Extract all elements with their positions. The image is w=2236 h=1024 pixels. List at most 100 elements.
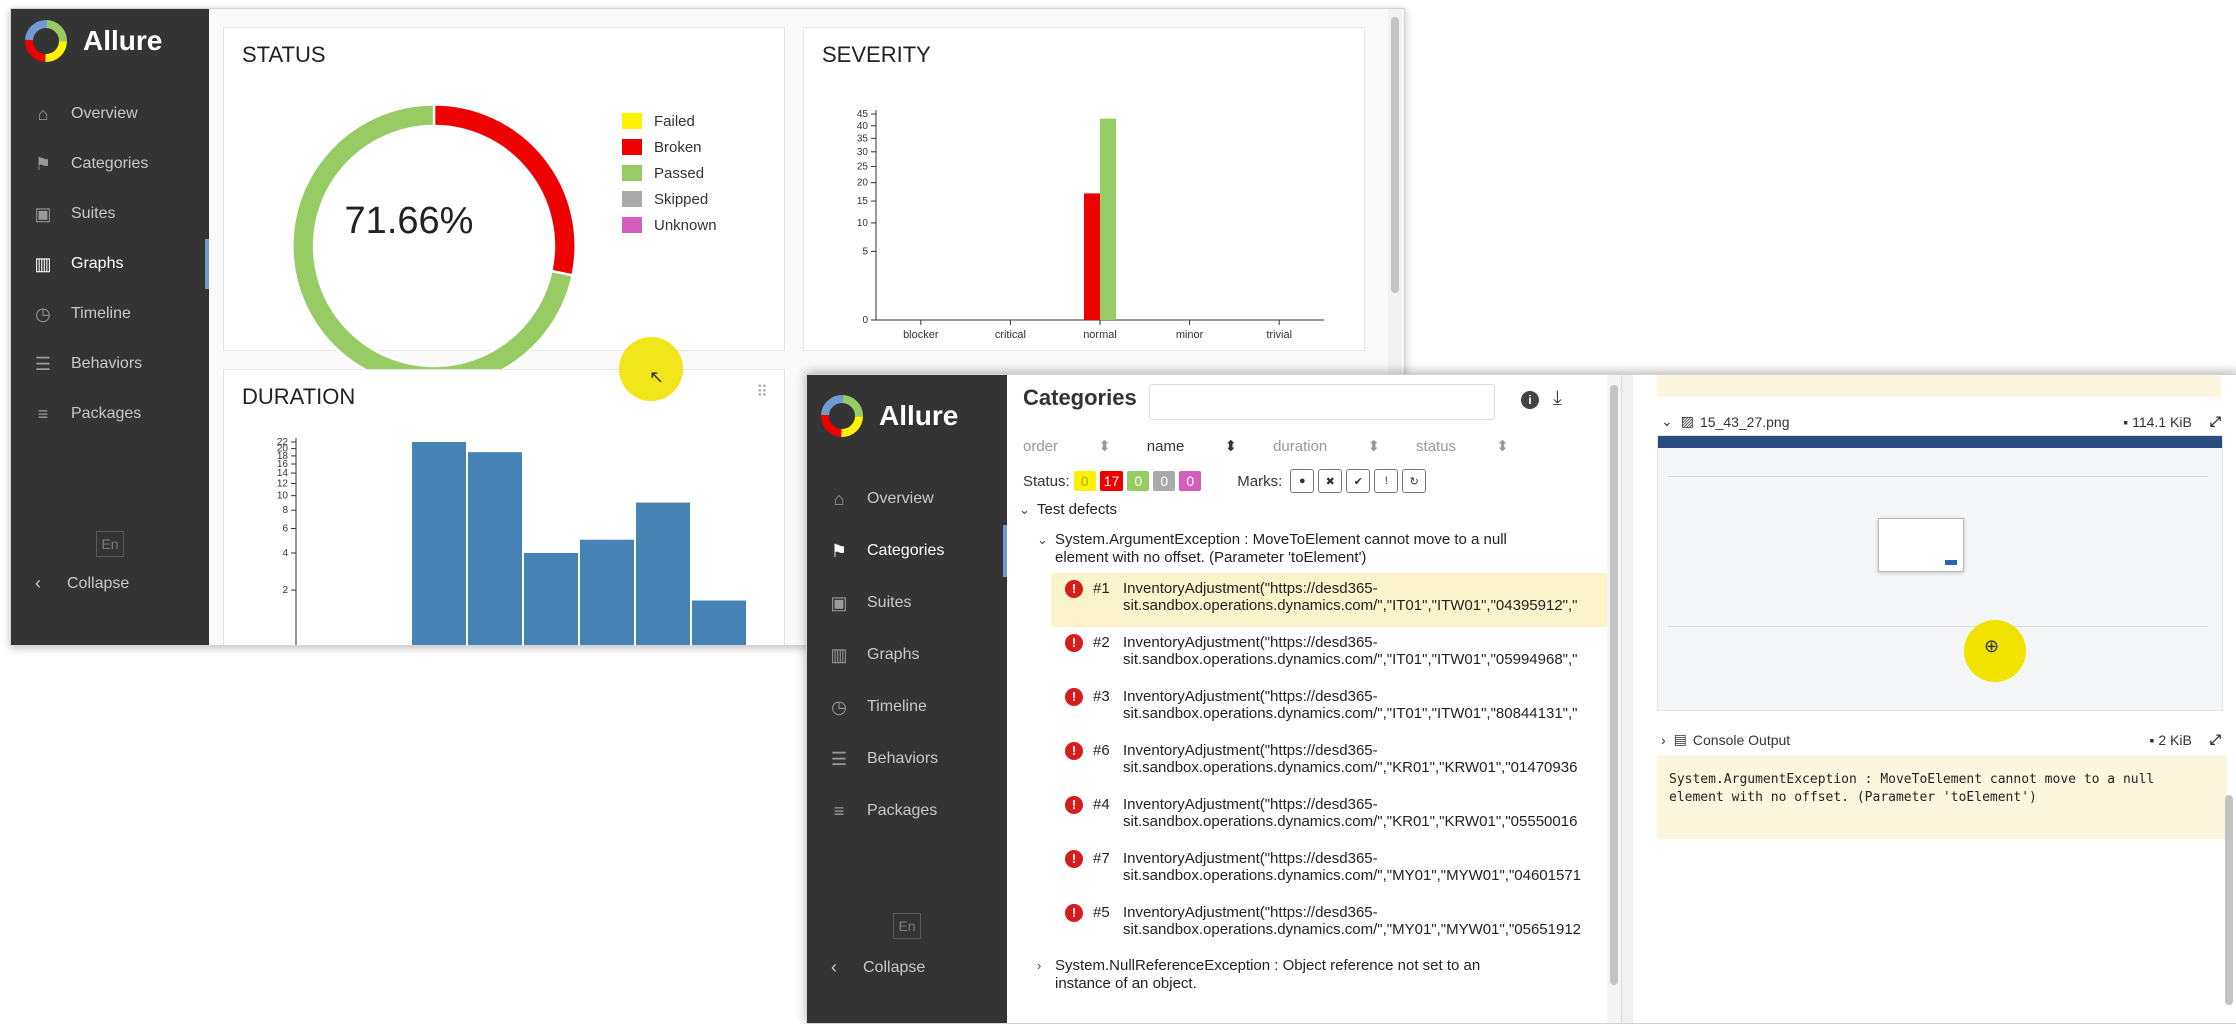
image-file-icon: ▨: [1680, 413, 1694, 429]
legend-item-broken[interactable]: Broken: [622, 134, 717, 160]
status-broken-badge[interactable]: 17: [1099, 471, 1124, 491]
sort-name[interactable]: name ⬍: [1147, 437, 1237, 455]
duration-bar[interactable]: [524, 552, 578, 646]
legend-item-failed[interactable]: Failed: [622, 108, 717, 134]
zoom-in-icon[interactable]: ⊕: [1984, 636, 1999, 657]
download-icon[interactable]: ⤓: [1553, 387, 1562, 410]
nav-item-suites[interactable]: ▣ Suites: [11, 189, 209, 239]
subgroup-line-2: instance of an object.: [1055, 975, 1197, 992]
x-tick-label: trivial: [1266, 329, 1292, 341]
nav-item-packages[interactable]: ≡ Packages: [11, 389, 209, 439]
test-row[interactable]: ! #6 InventoryAdjustment("https://desd36…: [1051, 735, 1607, 789]
nav-item-categories[interactable]: ⚑ Categories: [11, 139, 209, 189]
mouse-pointer-icon: ↖: [649, 367, 665, 387]
duration-bar[interactable]: [692, 600, 746, 646]
expand-icon[interactable]: ⤢: [2210, 413, 2221, 430]
status-passed-badge[interactable]: 0: [1127, 471, 1150, 491]
tree-subgroup-argument-exception[interactable]: ⌄ System.ArgumentException : MoveToEleme…: [1007, 531, 1607, 573]
screenshot-preview[interactable]: ⊕: [1657, 435, 2223, 711]
nav-label: Timeline: [71, 305, 131, 322]
nav-item-behaviors[interactable]: ☰ Behaviors: [807, 733, 1007, 785]
severity-bar-passed[interactable]: [1100, 118, 1116, 320]
collapse-button[interactable]: ‹ Collapse: [807, 957, 925, 978]
tree-subgroup-null-reference[interactable]: › System.NullReferenceException : Object…: [1007, 957, 1607, 993]
nav-item-suites[interactable]: ▣ Suites: [807, 577, 1007, 629]
nav-item-graphs[interactable]: ▥ Graphs: [11, 239, 209, 289]
test-row[interactable]: ! #3 InventoryAdjustment("https://desd36…: [1051, 681, 1607, 735]
nav-item-overview[interactable]: ⌂ Overview: [807, 473, 1007, 525]
legend-item-skipped[interactable]: Skipped: [622, 186, 717, 212]
nav-label: Behaviors: [867, 750, 939, 767]
attachment-size-value: 114.1 KiB: [2132, 413, 2192, 430]
collapse-label: Collapse: [863, 958, 926, 976]
status-skipped-badge[interactable]: 0: [1153, 471, 1176, 491]
y-tick-label: 2: [282, 585, 288, 596]
test-number: #6: [1093, 742, 1110, 759]
sort-status-label: status: [1416, 438, 1457, 455]
test-row[interactable]: ! #2 InventoryAdjustment("https://desd36…: [1051, 627, 1607, 681]
test-number: #2: [1093, 634, 1110, 651]
legend-swatch: [622, 165, 642, 181]
info-icon[interactable]: i: [1521, 391, 1539, 409]
sort-order-label: order: [1023, 438, 1059, 455]
test-row[interactable]: ! #7 InventoryAdjustment("https://desd36…: [1051, 843, 1607, 897]
severity-bar-chart: 0 5 10 15 20 25 30 354045 blocker critical normal m…: [857, 109, 1324, 341]
severity-bar-broken[interactable]: [1084, 193, 1100, 320]
test-row[interactable]: ! #1 InventoryAdjustment("https://desd36…: [1051, 573, 1607, 627]
scrollbar-thumb[interactable]: [1610, 385, 1618, 985]
legend-swatch: [622, 191, 642, 207]
duration-bar[interactable]: [412, 442, 466, 646]
attachment-header-console[interactable]: › ▤ Console Output ▪ 2 KiB ⤢: [1661, 731, 2221, 748]
text-file-icon: ▤: [1673, 731, 1687, 747]
chevron-down-icon: ⌄: [1037, 532, 1048, 547]
attachment-size: ▪ 2 KiB: [2149, 732, 2191, 748]
logo[interactable]: Allure: [807, 375, 1007, 457]
duration-bar[interactable]: [636, 502, 690, 646]
filter-input[interactable]: [1149, 384, 1495, 420]
test-name-line-2: sit.sandbox.operations.dynamics.com/","K…: [1123, 813, 1578, 830]
sort-status[interactable]: status ⬍: [1416, 437, 1509, 455]
nav-item-timeline[interactable]: ◷ Timeline: [11, 289, 209, 339]
y-tick-label: 40: [857, 121, 869, 132]
nav-item-graphs[interactable]: ▥ Graphs: [807, 629, 1007, 681]
new-passed-mark-icon[interactable]: ✔: [1346, 469, 1371, 493]
status-failed-badge[interactable]: 0: [1073, 471, 1096, 491]
retries-mark-icon[interactable]: ↻: [1402, 469, 1427, 493]
test-row[interactable]: ! #4 InventoryAdjustment("https://desd36…: [1051, 789, 1607, 843]
nav-item-packages[interactable]: ≡ Packages: [807, 785, 1007, 837]
nav-item-behaviors[interactable]: ☰ Behaviors: [11, 339, 209, 389]
collapse-button[interactable]: ‹ Collapse: [11, 573, 129, 594]
subgroup-line-1: System.NullReferenceException : Object r…: [1055, 957, 1481, 974]
test-number: #1: [1093, 580, 1110, 597]
nav-menu: ⌂ Overview ⚑ Categories ▣ Suites ▥ Graphs ◷ T…: [807, 473, 1007, 837]
nav-label: Overview: [71, 105, 138, 122]
duration-bar[interactable]: [468, 452, 522, 646]
tree-group-test-defects[interactable]: ⌄ Test defects: [1007, 501, 1607, 531]
test-row[interactable]: ! #5 InventoryAdjustment("https://desd36…: [1051, 897, 1607, 951]
logo[interactable]: Allure: [11, 9, 209, 73]
nav-item-overview[interactable]: ⌂ Overview: [11, 89, 209, 139]
y-tick-label: 5: [862, 246, 868, 257]
detail-scrollbar-thumb[interactable]: [2225, 795, 2233, 1005]
language-switch[interactable]: En: [893, 913, 921, 939]
sort-order[interactable]: order ⬍: [1023, 437, 1111, 455]
scrollbar-thumb[interactable]: [1391, 17, 1399, 293]
sort-duration[interactable]: duration ⬍: [1273, 437, 1380, 455]
new-broken-mark-icon[interactable]: !: [1374, 469, 1399, 493]
nav-item-categories[interactable]: ⚑ Categories: [807, 525, 1007, 577]
duration-bar[interactable]: [580, 539, 634, 646]
language-switch[interactable]: En: [96, 531, 124, 557]
new-failed-mark-icon[interactable]: ✖: [1318, 469, 1343, 493]
y-tick-label: 8: [282, 505, 288, 516]
status-unknown-badge[interactable]: 0: [1179, 471, 1202, 491]
chevron-down-icon: ⌄: [1019, 502, 1030, 517]
flaky-mark-icon[interactable]: ●: [1290, 469, 1315, 493]
tree-scrollbar[interactable]: [1607, 375, 1621, 1023]
nav-item-timeline[interactable]: ◷ Timeline: [807, 681, 1007, 733]
y-tick-label: 4: [282, 548, 288, 559]
legend-item-passed[interactable]: Passed: [622, 160, 717, 186]
legend-item-unknown[interactable]: Unknown: [622, 212, 717, 238]
attachment-header-screenshot[interactable]: ⌄ ▨ 15_43_27.png ▪ 114.1 KiB ⤢: [1661, 413, 2221, 430]
expand-icon[interactable]: ⤢: [2210, 731, 2221, 748]
test-name-line-1: InventoryAdjustment("https://desd365-: [1123, 796, 1378, 813]
